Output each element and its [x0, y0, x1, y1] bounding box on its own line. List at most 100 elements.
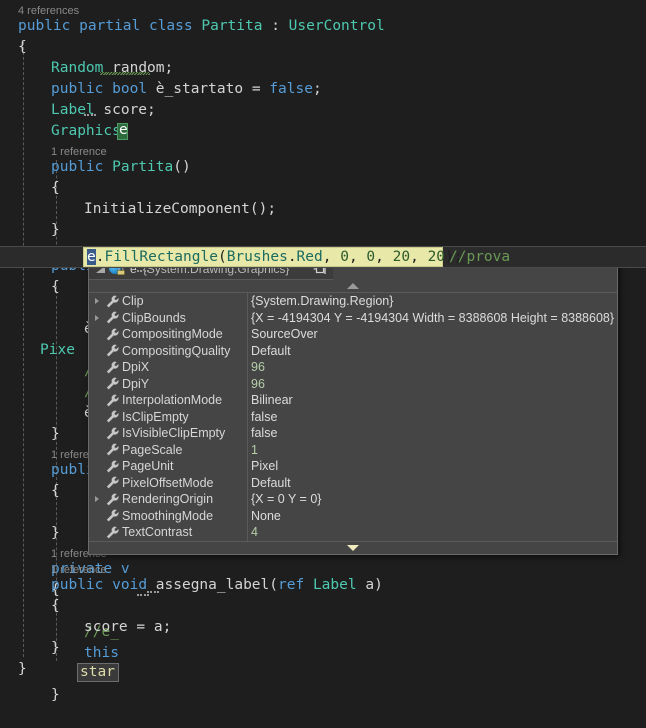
quick-action-dots[interactable]: [84, 113, 96, 116]
property-wrench-icon: [104, 377, 122, 391]
property-wrench-icon: [104, 344, 122, 358]
datatip-property-name: TextContrast: [122, 525, 193, 540]
graphics-variable-highlight: e: [117, 122, 128, 140]
property-wrench-glyph: [106, 509, 119, 522]
code-line: InitializeComponent();: [84, 201, 277, 217]
datatip-property-name: CompositingQuality: [122, 343, 231, 358]
expander-spacer: [89, 508, 104, 524]
code-line: Label score;: [51, 102, 156, 118]
expander-spacer: [89, 376, 104, 392]
property-wrench-glyph: [106, 427, 119, 440]
datatip-property-value: Default: [251, 343, 291, 358]
property-wrench-glyph: [106, 295, 119, 308]
code-line: {: [51, 180, 60, 196]
start-reference-highlight[interactable]: star: [77, 663, 119, 682]
datatip-property-row[interactable]: PageUnit Pixel: [89, 458, 617, 475]
datatip-property-value: 96: [251, 376, 265, 391]
datatip-property-row[interactable]: ClipBounds {X = -4194304 Y = -4194304 Wid…: [89, 309, 617, 326]
expander-spacer: [89, 524, 104, 540]
debugger-datatip[interactable]: e {System.Drawing.Graphics} Clip {System.…: [88, 258, 618, 555]
datatip-property-row[interactable]: RenderingOrigin {X = 0 Y = 0}: [89, 491, 617, 508]
datatip-property-row[interactable]: DpiX 96: [89, 359, 617, 376]
datatip-property-row[interactable]: PageScale 1: [89, 441, 617, 458]
datatip-property-row[interactable]: TextContrast 4: [89, 524, 617, 541]
expander-spacer: [89, 392, 104, 408]
datatip-property-row[interactable]: SmoothingMode None: [89, 507, 617, 524]
datatip-property-value: None: [251, 508, 281, 523]
datatip-property-row[interactable]: PixelOffsetMode Default: [89, 474, 617, 491]
datatip-property-row[interactable]: IsVisibleClipEmpty false: [89, 425, 617, 442]
property-wrench-icon: [104, 294, 122, 308]
code-line: public bool è_startato = false;: [51, 81, 322, 97]
column-divider: [247, 524, 248, 541]
code-line: {: [51, 279, 60, 295]
code-line: {: [51, 598, 60, 614]
column-divider: [247, 458, 248, 475]
property-wrench-icon: [104, 509, 122, 523]
expander-spacer: [89, 458, 104, 474]
expander-spacer: [89, 409, 104, 425]
expander-spacer: [89, 343, 104, 359]
datatip-property-row[interactable]: InterpolationMode Bilinear: [89, 392, 617, 409]
code-line: }: [18, 661, 27, 677]
property-wrench-icon: [104, 492, 122, 506]
code-line: public partial class Partita : UserContr…: [18, 18, 385, 34]
current-statement-text: e.FillRectangle(Brushes.Red, 0, 0, 20, 2…: [87, 249, 463, 265]
datatip-property-name: SmoothingMode: [122, 508, 214, 523]
expand-chevron-icon[interactable]: [89, 491, 104, 507]
datatip-property-row[interactable]: CompositingQuality Default: [89, 342, 617, 359]
quick-action-dots[interactable]: [147, 590, 159, 593]
datatip-property-name: IsVisibleClipEmpty: [122, 426, 226, 441]
code-line: }: [51, 525, 60, 541]
code-line: public Partita(): [51, 159, 191, 175]
datatip-scroll-down-button[interactable]: [89, 540, 617, 554]
column-divider: [247, 309, 248, 326]
datatip-property-list[interactable]: Clip {System.Drawing.Region} ClipBounds {X…: [89, 293, 617, 541]
datatip-property-value: 96: [251, 360, 265, 375]
datatip-property-name: RenderingOrigin: [122, 492, 214, 507]
datatip-property-row[interactable]: Clip {System.Drawing.Region}: [89, 293, 617, 310]
datatip-property-name: DpiX: [122, 360, 150, 375]
datatip-scroll-up-button[interactable]: [89, 280, 617, 293]
column-divider: [247, 392, 248, 409]
column-divider: [247, 425, 248, 442]
quick-action-dots[interactable]: [137, 269, 149, 272]
datatip-property-name: InterpolationMode: [122, 393, 223, 408]
expand-chevron-icon[interactable]: [89, 310, 104, 326]
property-wrench-icon: [104, 410, 122, 424]
property-wrench-icon: [104, 459, 122, 473]
column-divider: [247, 342, 248, 359]
property-wrench-glyph: [106, 394, 119, 407]
datatip-property-value: {X = -4194304 Y = -4194304 Width = 83886…: [251, 310, 615, 325]
expander-spacer: [89, 326, 104, 342]
datatip-property-value: Pixel: [251, 459, 279, 474]
code-editor[interactable]: 4 references public partial class Partit…: [0, 0, 646, 728]
datatip-property-row[interactable]: DpiY 96: [89, 375, 617, 392]
datatip-property-value: Default: [251, 475, 291, 490]
current-statement-highlight[interactable]: e.FillRectangle(Brushes.Red, 0, 0, 20, 2…: [83, 247, 463, 267]
column-divider: [247, 326, 248, 343]
datatip-property-value: false: [251, 409, 278, 424]
property-wrench-glyph: [106, 311, 119, 324]
datatip-property-row[interactable]: CompositingMode SourceOver: [89, 326, 617, 343]
property-wrench-glyph: [106, 328, 119, 341]
expander-spacer: [89, 475, 104, 491]
datatip-property-name: Clip: [122, 294, 144, 309]
datatip-property-value: 1: [251, 442, 258, 457]
column-divider: [247, 441, 248, 458]
column-divider: [247, 507, 248, 524]
datatip-property-row[interactable]: IsClipEmpty false: [89, 408, 617, 425]
chevron-up-icon: [347, 283, 359, 289]
expand-chevron-icon[interactable]: [89, 293, 104, 309]
chevron-down-icon: [347, 544, 359, 551]
column-divider: [247, 375, 248, 392]
code-line: Pixe: [40, 342, 75, 358]
property-wrench-glyph: [106, 460, 119, 473]
datatip-property-name: DpiY: [122, 376, 150, 391]
column-divider: [247, 474, 248, 491]
datatip-property-value: 4: [251, 525, 258, 540]
column-divider: [247, 359, 248, 376]
trailing-comment: //prova: [449, 249, 511, 265]
property-wrench-icon: [104, 426, 122, 440]
column-divider: [247, 491, 248, 508]
